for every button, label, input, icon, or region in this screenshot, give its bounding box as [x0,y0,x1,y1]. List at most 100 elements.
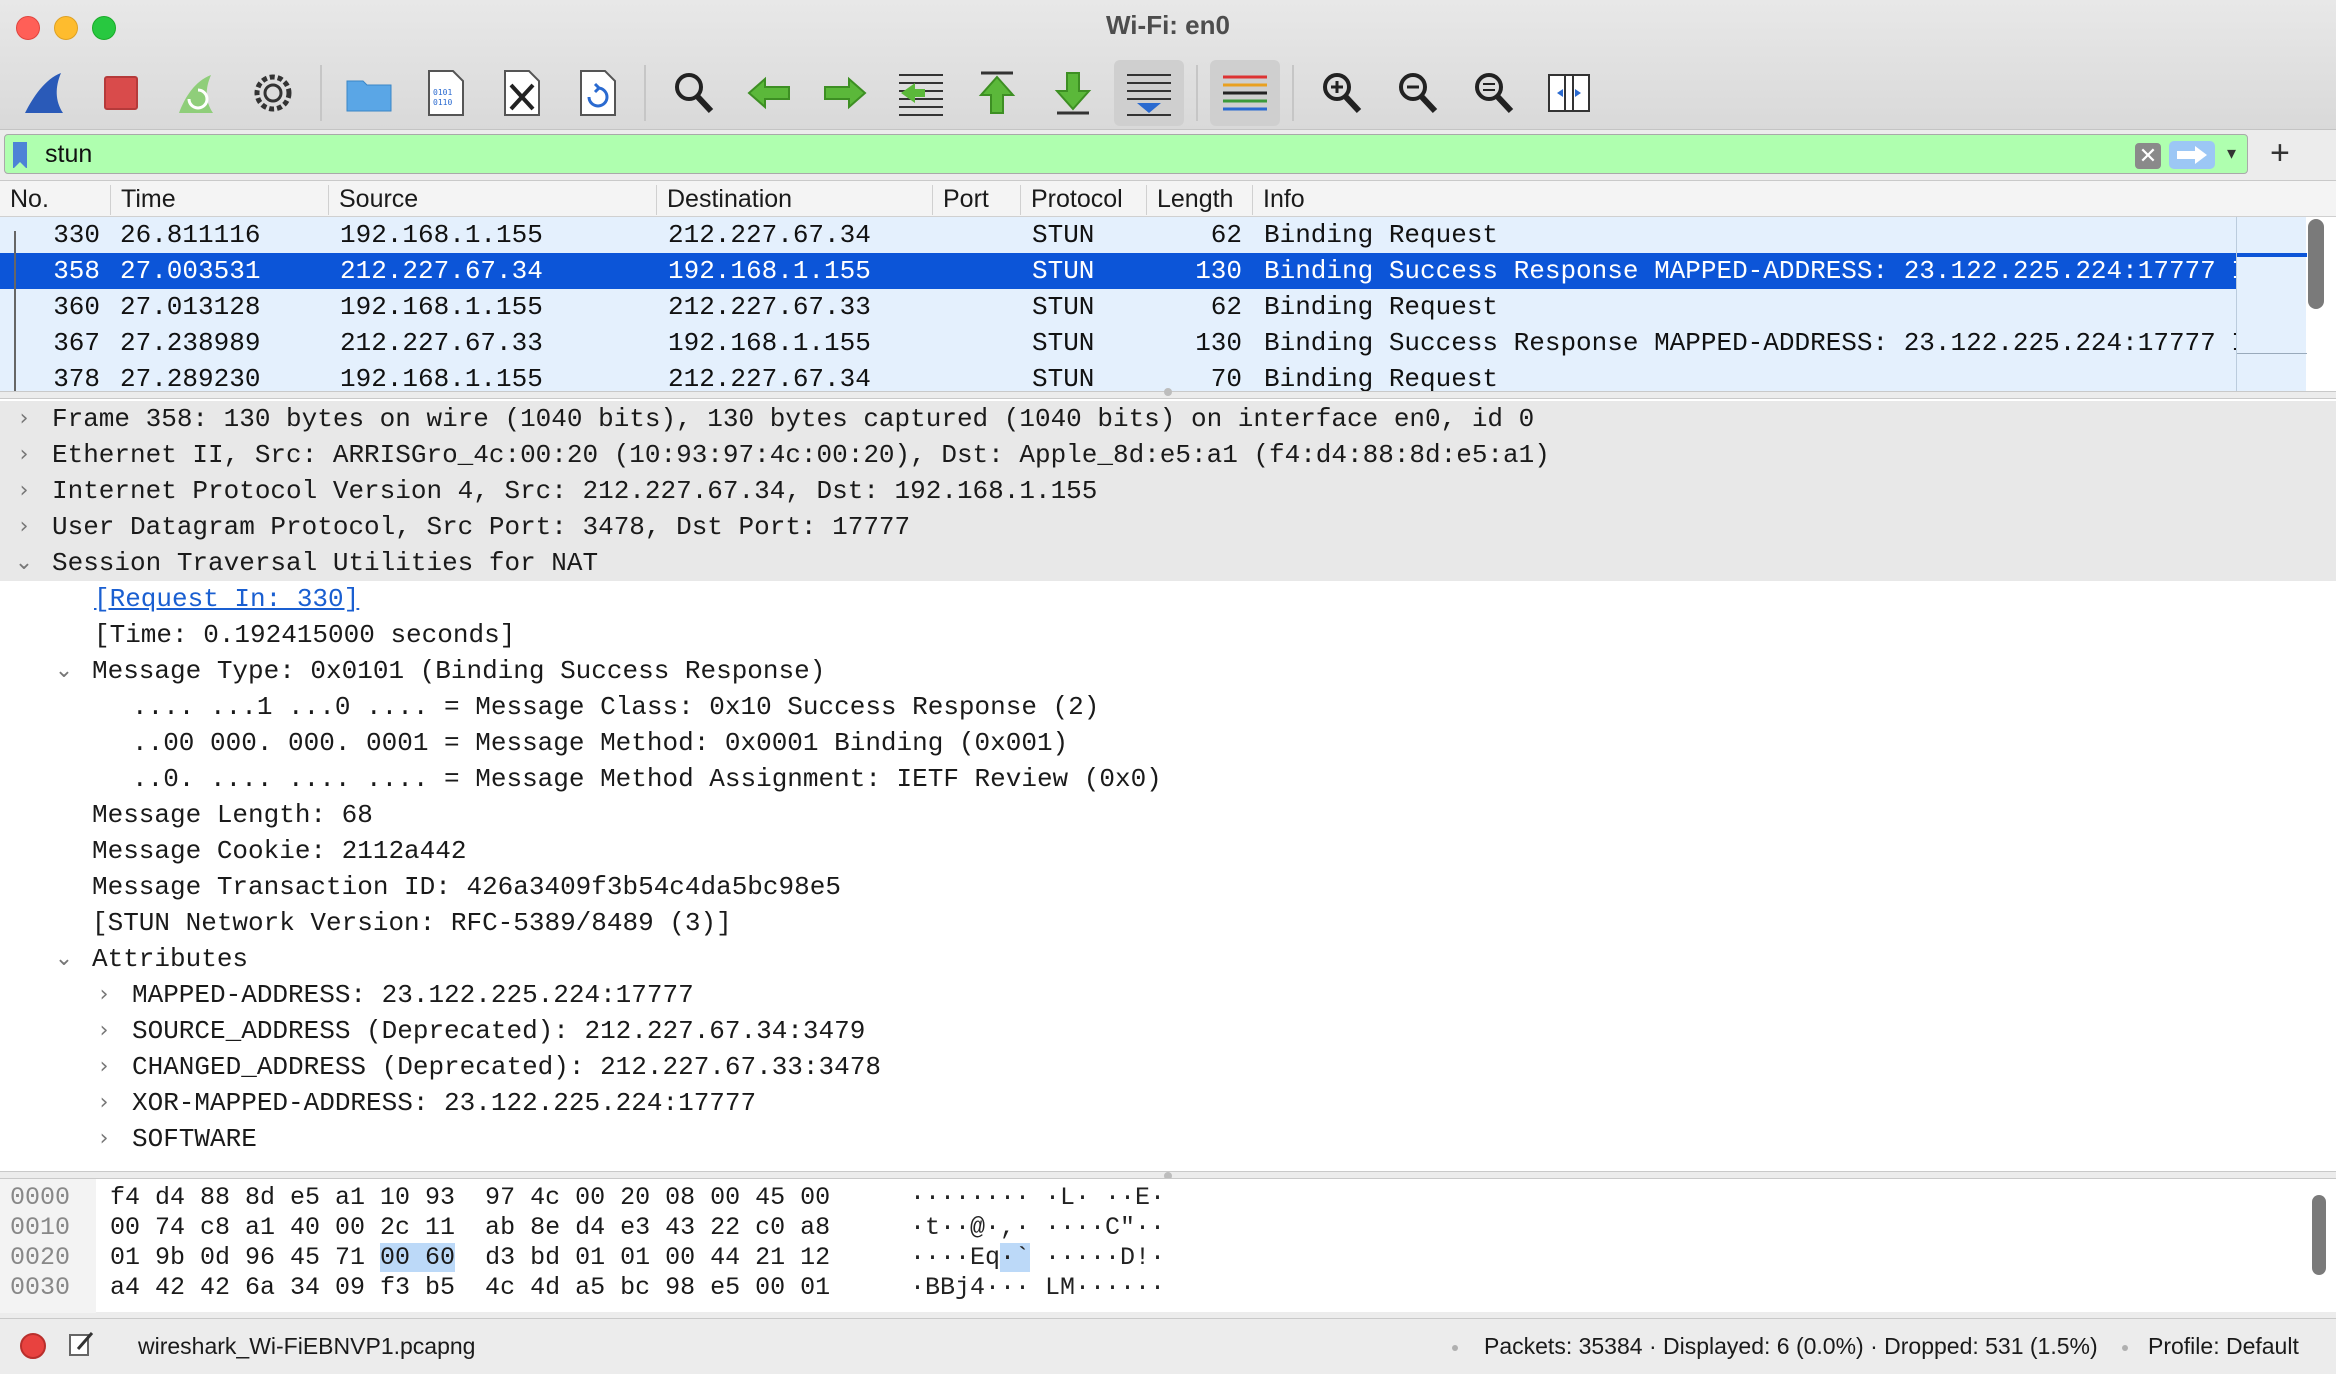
column-header-source[interactable]: Source [328,185,418,215]
column-header-length[interactable]: Length [1146,185,1233,215]
packet-length: 130 [1195,256,1242,286]
close-file-button[interactable] [486,60,556,126]
go-back-button[interactable] [734,60,804,126]
zoom-normal-button[interactable] [1458,60,1528,126]
tree-item-method-assignment[interactable]: ..0. .... .... .... = Message Method Ass… [0,761,2336,797]
capture-options-button[interactable] [238,60,308,126]
start-capture-button[interactable] [10,60,80,126]
capture-comment-icon[interactable] [66,1329,96,1359]
packet-list-scrollbar[interactable] [2308,219,2324,309]
add-filter-button[interactable]: + [2270,134,2290,172]
collapse-chevron-icon[interactable]: ⌄ [12,545,36,581]
packet-row[interactable]: 367 27.238989 212.227.67.33 192.168.1.15… [0,325,2247,361]
expand-chevron-icon[interactable]: › [92,1049,116,1085]
apply-filter-button[interactable] [2169,141,2215,169]
tree-item-changed-address[interactable]: › CHANGED_ADDRESS (Deprecated): 212.227.… [0,1049,2336,1085]
tree-item-stun[interactable]: ⌄ Session Traversal Utilities for NAT [0,545,2336,581]
auto-scroll-button[interactable] [1114,60,1184,126]
tree-item-network-version[interactable]: [STUN Network Version: RFC-5389/8489 (3)… [0,905,2336,941]
expert-info-icon[interactable] [20,1333,46,1359]
hex-offset: 0000 [10,1183,71,1212]
expand-chevron-icon[interactable]: › [92,1121,116,1157]
zoom-in-button[interactable] [1306,60,1376,126]
expand-chevron-icon[interactable]: › [12,401,36,437]
clear-filter-button[interactable]: ✕ [2135,143,2161,169]
expand-chevron-icon[interactable]: › [12,509,36,545]
tree-item-ipv4[interactable]: › Internet Protocol Version 4, Src: 212.… [0,473,2336,509]
restart-capture-button[interactable] [162,60,232,126]
hex-bytes[interactable]: f4 d4 88 8d e5 a1 10 93 97 4c 00 20 08 0… [110,1183,830,1213]
hex-ascii-post: ·····D!· [1030,1243,1166,1272]
find-packet-button[interactable] [658,60,728,126]
bytes-pane-scrollbar[interactable] [2312,1195,2326,1275]
packet-source: 192.168.1.155 [340,292,543,322]
resize-columns-button[interactable] [1534,60,1604,126]
packet-time: 27.289230 [120,364,261,392]
hex-ascii-highlight[interactable]: ·` [1000,1243,1031,1272]
tree-item-request-in[interactable]: [Request In: 330] [0,581,2336,617]
packet-minimap[interactable] [2236,217,2307,391]
hex-bytes[interactable]: 00 74 c8 a1 40 00 2c 11 ab 8e d4 e3 43 2… [110,1213,830,1243]
tree-item-message-method[interactable]: ..00 000. 000. 0001 = Message Method: 0x… [0,725,2336,761]
expand-chevron-icon[interactable]: › [92,1085,116,1121]
tree-item-time[interactable]: [Time: 0.192415000 seconds] [0,617,2336,653]
hex-ascii[interactable]: ····Eq·` ·····D!· [910,1243,1165,1273]
tree-item-message-length[interactable]: Message Length: 68 [0,797,2336,833]
column-header-port[interactable]: Port [932,185,989,215]
column-header-info[interactable]: Info [1252,185,1305,215]
hex-bytes[interactable]: 01 9b 0d 96 45 71 00 60 d3 bd 01 01 00 4… [110,1243,830,1273]
tree-item-label: CHANGED_ADDRESS (Deprecated): 212.227.67… [132,1052,881,1082]
hex-ascii[interactable]: ·t··@·,· ····C"·· [910,1213,1165,1243]
tree-item-transaction-id[interactable]: Message Transaction ID: 426a3409f3b54c4d… [0,869,2336,905]
magnifier-icon [675,73,714,114]
hex-offset: 0010 [10,1213,71,1242]
tree-item-xor-mapped-address[interactable]: › XOR-MAPPED-ADDRESS: 23.122.225.224:177… [0,1085,2336,1121]
packet-protocol: STUN [1032,328,1095,358]
packet-length: 62 [1210,220,1242,250]
packet-row[interactable]: 378 27.289230 192.168.1.155 212.227.67.3… [0,361,2236,392]
zoom-out-button[interactable] [1382,60,1452,126]
hex-bytes[interactable]: a4 42 42 6a 34 09 f3 b5 4c 4d a5 bc 98 e… [110,1273,830,1303]
go-forward-button[interactable] [810,60,880,126]
expand-chevron-icon[interactable]: › [12,437,36,473]
tree-item-udp[interactable]: › User Datagram Protocol, Src Port: 3478… [0,509,2336,545]
tree-item-message-cookie[interactable]: Message Cookie: 2112a442 [0,833,2336,869]
tree-item-attributes[interactable]: ⌄ Attributes [0,941,2336,977]
hex-bytes-highlight[interactable]: 00 60 [380,1243,456,1272]
profile-selector[interactable]: Profile: Default [2148,1333,2299,1360]
column-header-destination[interactable]: Destination [656,185,792,215]
bookmark-icon[interactable] [13,142,27,169]
go-last-button[interactable] [1038,60,1108,126]
tree-item-frame[interactable]: › Frame 358: 130 bytes on wire (1040 bit… [0,401,2336,437]
save-file-button[interactable]: 0101 0110 [410,60,480,126]
display-filter-input[interactable] [45,137,2125,171]
expand-chevron-icon[interactable]: › [12,473,36,509]
column-header-time[interactable]: Time [110,185,176,215]
hex-ascii[interactable]: ·BBj4··· LM······ [910,1273,1165,1303]
pane-splitter-handle[interactable] [1164,388,1172,396]
expand-chevron-icon[interactable]: › [92,977,116,1013]
request-in-link[interactable]: [Request In: 330] [94,581,359,617]
tree-item-mapped-address[interactable]: › MAPPED-ADDRESS: 23.122.225.224:17777 [0,977,2336,1013]
go-to-packet-button[interactable] [886,60,956,126]
tree-item-message-type[interactable]: ⌄ Message Type: 0x0101 (Binding Success … [0,653,2336,689]
go-first-button[interactable] [962,60,1032,126]
filter-history-dropdown[interactable]: ▾ [2227,143,2236,164]
tree-item-software[interactable]: › SOFTWARE [0,1121,2336,1157]
column-header-protocol[interactable]: Protocol [1020,185,1123,215]
reload-file-button[interactable] [562,60,632,126]
expand-chevron-icon[interactable]: › [92,1013,116,1049]
colorize-button[interactable] [1210,60,1280,126]
column-header-no[interactable]: No. [0,185,49,215]
packet-row[interactable]: 330 26.811116 192.168.1.155 212.227.67.3… [0,217,2236,253]
packet-row[interactable]: 360 27.013128 192.168.1.155 212.227.67.3… [0,289,2236,325]
collapse-chevron-icon[interactable]: ⌄ [52,941,76,977]
tree-item-ethernet[interactable]: › Ethernet II, Src: ARRISGro_4c:00:20 (1… [0,437,2336,473]
stop-capture-button[interactable] [86,60,156,126]
collapse-chevron-icon[interactable]: ⌄ [52,653,76,689]
packet-row-selected[interactable]: 358 27.003531 212.227.67.34 192.168.1.15… [0,253,2247,289]
hex-ascii[interactable]: ········ ·L· ··E· [910,1183,1165,1213]
tree-item-source-address[interactable]: › SOURCE_ADDRESS (Deprecated): 212.227.6… [0,1013,2336,1049]
open-file-button[interactable] [334,60,404,126]
tree-item-message-class[interactable]: .... ...1 ...0 .... = Message Class: 0x1… [0,689,2336,725]
